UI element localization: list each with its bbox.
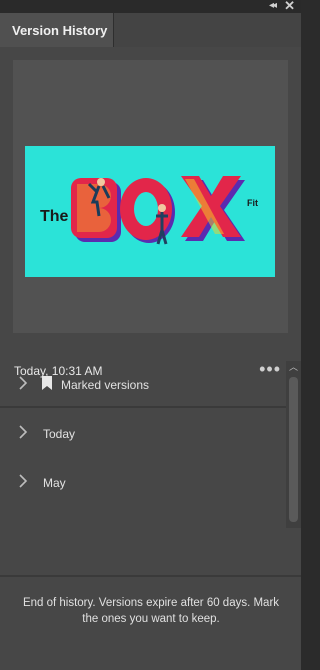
close-icon[interactable]: ✕ xyxy=(284,0,295,13)
window-titlebar: ◂◂ ✕ xyxy=(0,0,301,13)
list-item-label: Today xyxy=(43,427,76,441)
scroll-up-icon[interactable]: ︿ xyxy=(286,361,301,373)
chevron-right-icon xyxy=(19,425,28,439)
logo-text-the: The xyxy=(40,208,69,225)
logo-thumbnail: The Fit xyxy=(25,146,275,277)
bookmark-icon xyxy=(42,376,52,390)
scrollbar-thumb[interactable] xyxy=(289,377,298,522)
version-preview: The Fit xyxy=(13,60,288,333)
chevron-right-icon xyxy=(19,376,28,390)
list-item-label: May xyxy=(43,476,66,490)
tab-label: Version History xyxy=(12,23,108,38)
list-item-label: Marked versions xyxy=(61,378,150,392)
logo-text-fit: Fit xyxy=(247,198,258,208)
tab-bar: Version History xyxy=(0,13,301,47)
tab-bar-fill xyxy=(114,13,301,47)
list-item-marked-versions[interactable]: Marked versions xyxy=(0,361,286,409)
version-list: Marked versions Today May xyxy=(0,361,286,528)
list-item-may[interactable]: May xyxy=(0,459,286,507)
version-history-panel: The Fit Today, 10:31 AM ••• End of histo… xyxy=(0,47,301,670)
list-item-today[interactable]: Today xyxy=(0,410,286,458)
scrollbar[interactable]: ︿ xyxy=(286,361,301,528)
tab-version-history[interactable]: Version History xyxy=(0,13,114,47)
double-chevron-left-icon[interactable]: ◂◂ xyxy=(269,0,277,13)
end-of-history-note: End of history. Versions expire after 60… xyxy=(22,597,280,625)
divider xyxy=(0,575,301,577)
the-box-fit-logo: The Fit xyxy=(25,146,275,277)
chevron-right-icon xyxy=(19,474,28,488)
